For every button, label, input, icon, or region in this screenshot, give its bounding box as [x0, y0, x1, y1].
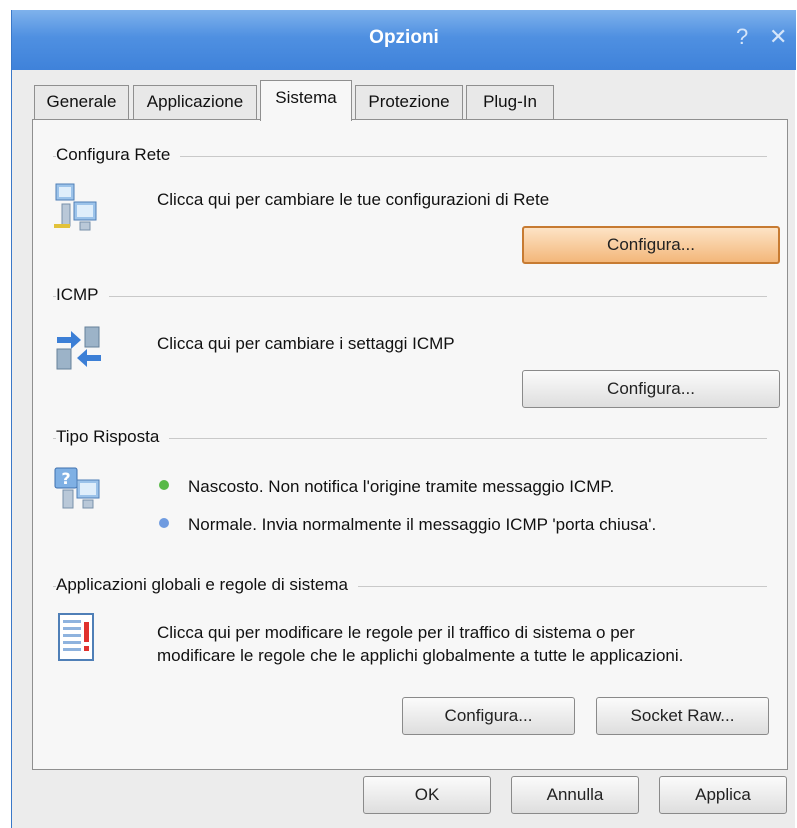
icmp-exchange-icon — [56, 326, 101, 370]
tab-panel-sistema: Configura Rete Clicca qui per cambiare l… — [32, 119, 788, 770]
response-option-nascosto: Nascosto. Non notifica l'origine tramite… — [188, 477, 615, 496]
svg-text:?: ? — [61, 469, 70, 488]
socket-raw-button[interactable]: Socket Raw... — [596, 697, 769, 735]
tab-sistema[interactable]: Sistema — [260, 80, 352, 121]
response-option-normale: Normale. Invia normalmente il messaggio … — [188, 515, 657, 534]
network-computers-icon — [54, 183, 97, 231]
close-icon[interactable]: ✕ — [769, 24, 787, 50]
section-heading-risposta: Tipo Risposta — [56, 427, 170, 447]
rules-document-icon — [58, 613, 94, 661]
title-bar[interactable]: Opzioni ? ✕ — [12, 10, 796, 70]
configura-globali-button[interactable]: Configura... — [402, 697, 575, 735]
tab-applicazione[interactable]: Applicazione — [133, 85, 257, 119]
section-heading-rete: Configura Rete — [56, 145, 181, 165]
tab-generale[interactable]: Generale — [34, 85, 129, 119]
applica-button[interactable]: Applica — [659, 776, 787, 814]
options-dialog: Opzioni ? ✕ Generale Applicazione Sistem… — [11, 10, 796, 828]
section-heading-globali: Applicazioni globali e regole di sistema — [56, 575, 358, 595]
tab-plugin[interactable]: Plug-In — [466, 85, 554, 119]
divider — [53, 296, 767, 297]
globali-description-line1: Clicca qui per modificare le regole per … — [157, 623, 635, 642]
help-icon[interactable]: ? — [736, 24, 748, 50]
rete-description: Clicca qui per cambiare le tue configura… — [157, 190, 550, 209]
icmp-description: Clicca qui per cambiare i settaggi ICMP — [157, 334, 455, 353]
globali-description-line2: modificare le regole che le applichi glo… — [157, 646, 684, 665]
section-heading-icmp: ICMP — [56, 285, 109, 305]
status-dot-blue — [159, 518, 169, 528]
response-help-icon: ? — [54, 467, 100, 509]
configura-rete-button[interactable]: Configura... — [522, 226, 780, 264]
window-title: Opzioni — [369, 27, 439, 48]
ok-button[interactable]: OK — [363, 776, 491, 814]
status-dot-green — [159, 480, 169, 490]
configura-icmp-button[interactable]: Configura... — [522, 370, 780, 408]
annulla-button[interactable]: Annulla — [511, 776, 639, 814]
tab-protezione[interactable]: Protezione — [355, 85, 463, 119]
